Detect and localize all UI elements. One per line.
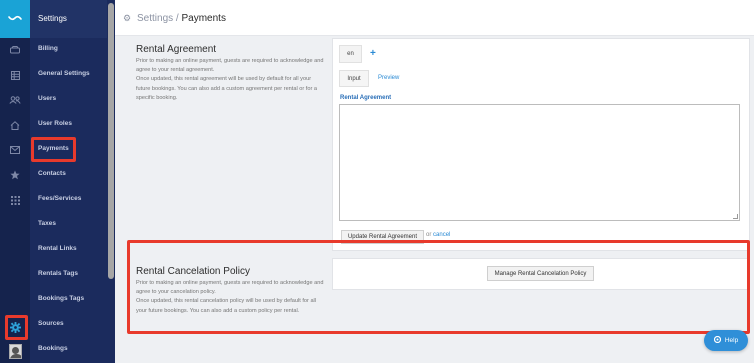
users-icon[interactable] xyxy=(0,93,30,107)
sidebar-item-contacts[interactable]: Contacts xyxy=(38,170,66,177)
page-title: Payments xyxy=(181,13,226,24)
sidebar-item-users[interactable]: Users xyxy=(38,95,56,102)
grid-icon[interactable] xyxy=(0,68,30,82)
sidebar-item-general-settings[interactable]: General Settings xyxy=(38,70,90,77)
help-icon xyxy=(713,335,721,345)
scrollbar-thumb[interactable] xyxy=(108,3,114,279)
sidebar-item-taxes[interactable]: Taxes xyxy=(38,220,56,227)
settings-menu: Settings Billing General Settings Users … xyxy=(30,0,107,363)
rental-agreement-field-label: Rental Agreement xyxy=(340,95,392,101)
update-rental-agreement-button[interactable]: Update Rental Agreement xyxy=(341,230,424,244)
language-tab-en[interactable]: en xyxy=(339,45,362,63)
sidebar-scrollbar[interactable] xyxy=(107,0,115,363)
sidebar-item-bookings[interactable]: Bookings xyxy=(38,345,68,352)
or-cancel: or cancel xyxy=(426,232,450,238)
rental-agreement-textarea[interactable] xyxy=(339,104,740,221)
help-label: Help xyxy=(724,337,739,344)
icon-rail xyxy=(0,0,30,363)
cancelation-policy-description: Prior to making an online payment, guest… xyxy=(136,280,324,314)
sidebar-item-sources[interactable]: Sources xyxy=(38,320,64,327)
top-bar: ⚙ Settings / Payments xyxy=(115,0,754,36)
sidebar-item-payments[interactable]: Payments xyxy=(38,145,69,152)
rental-agreement-description: Prior to making an online payment, guest… xyxy=(136,58,324,101)
envelope-icon[interactable] xyxy=(0,143,30,157)
drive-icon[interactable] xyxy=(0,43,30,57)
menu-title: Settings xyxy=(38,14,67,23)
breadcrumb-separator: / xyxy=(175,13,179,24)
tab-input[interactable]: Input xyxy=(339,70,369,87)
star-icon[interactable] xyxy=(0,168,30,182)
sidebar-item-rental-links[interactable]: Rental Links xyxy=(38,245,77,252)
settings-gear-icon: ⚙ xyxy=(123,13,132,23)
help-button[interactable]: Help xyxy=(704,330,748,351)
breadcrumb-parent[interactable]: Settings xyxy=(137,13,173,24)
apps-icon[interactable] xyxy=(0,193,30,207)
gear-icon[interactable] xyxy=(6,318,24,336)
sidebar-item-user-roles[interactable]: User Roles xyxy=(38,120,72,127)
sidebar-item-bookings-tags[interactable]: Bookings Tags xyxy=(38,295,84,302)
sidebar-item-rentals-tags[interactable]: Rentals Tags xyxy=(38,270,78,277)
tab-preview[interactable]: Preview xyxy=(378,75,399,81)
home-icon[interactable] xyxy=(0,118,30,132)
avatar[interactable] xyxy=(9,344,22,359)
cancelation-policy-title: Rental Cancelation Policy xyxy=(136,266,250,277)
resize-handle-icon[interactable] xyxy=(733,214,738,219)
menu-header: Settings xyxy=(30,0,107,38)
logo-icon[interactable] xyxy=(0,0,30,38)
manage-cancelation-policy-button[interactable]: Manage Rental Cancelation Policy xyxy=(487,266,594,281)
rental-agreement-title: Rental Agreement xyxy=(136,44,217,55)
breadcrumb: Settings / Payments xyxy=(137,13,226,24)
or-text: or xyxy=(426,232,432,238)
sidebar-item-fees-services[interactable]: Fees/Services xyxy=(38,195,81,202)
add-language-button[interactable]: + xyxy=(370,48,376,59)
cancel-link[interactable]: cancel xyxy=(433,232,450,238)
sidebar-item-billing[interactable]: Billing xyxy=(38,45,58,52)
